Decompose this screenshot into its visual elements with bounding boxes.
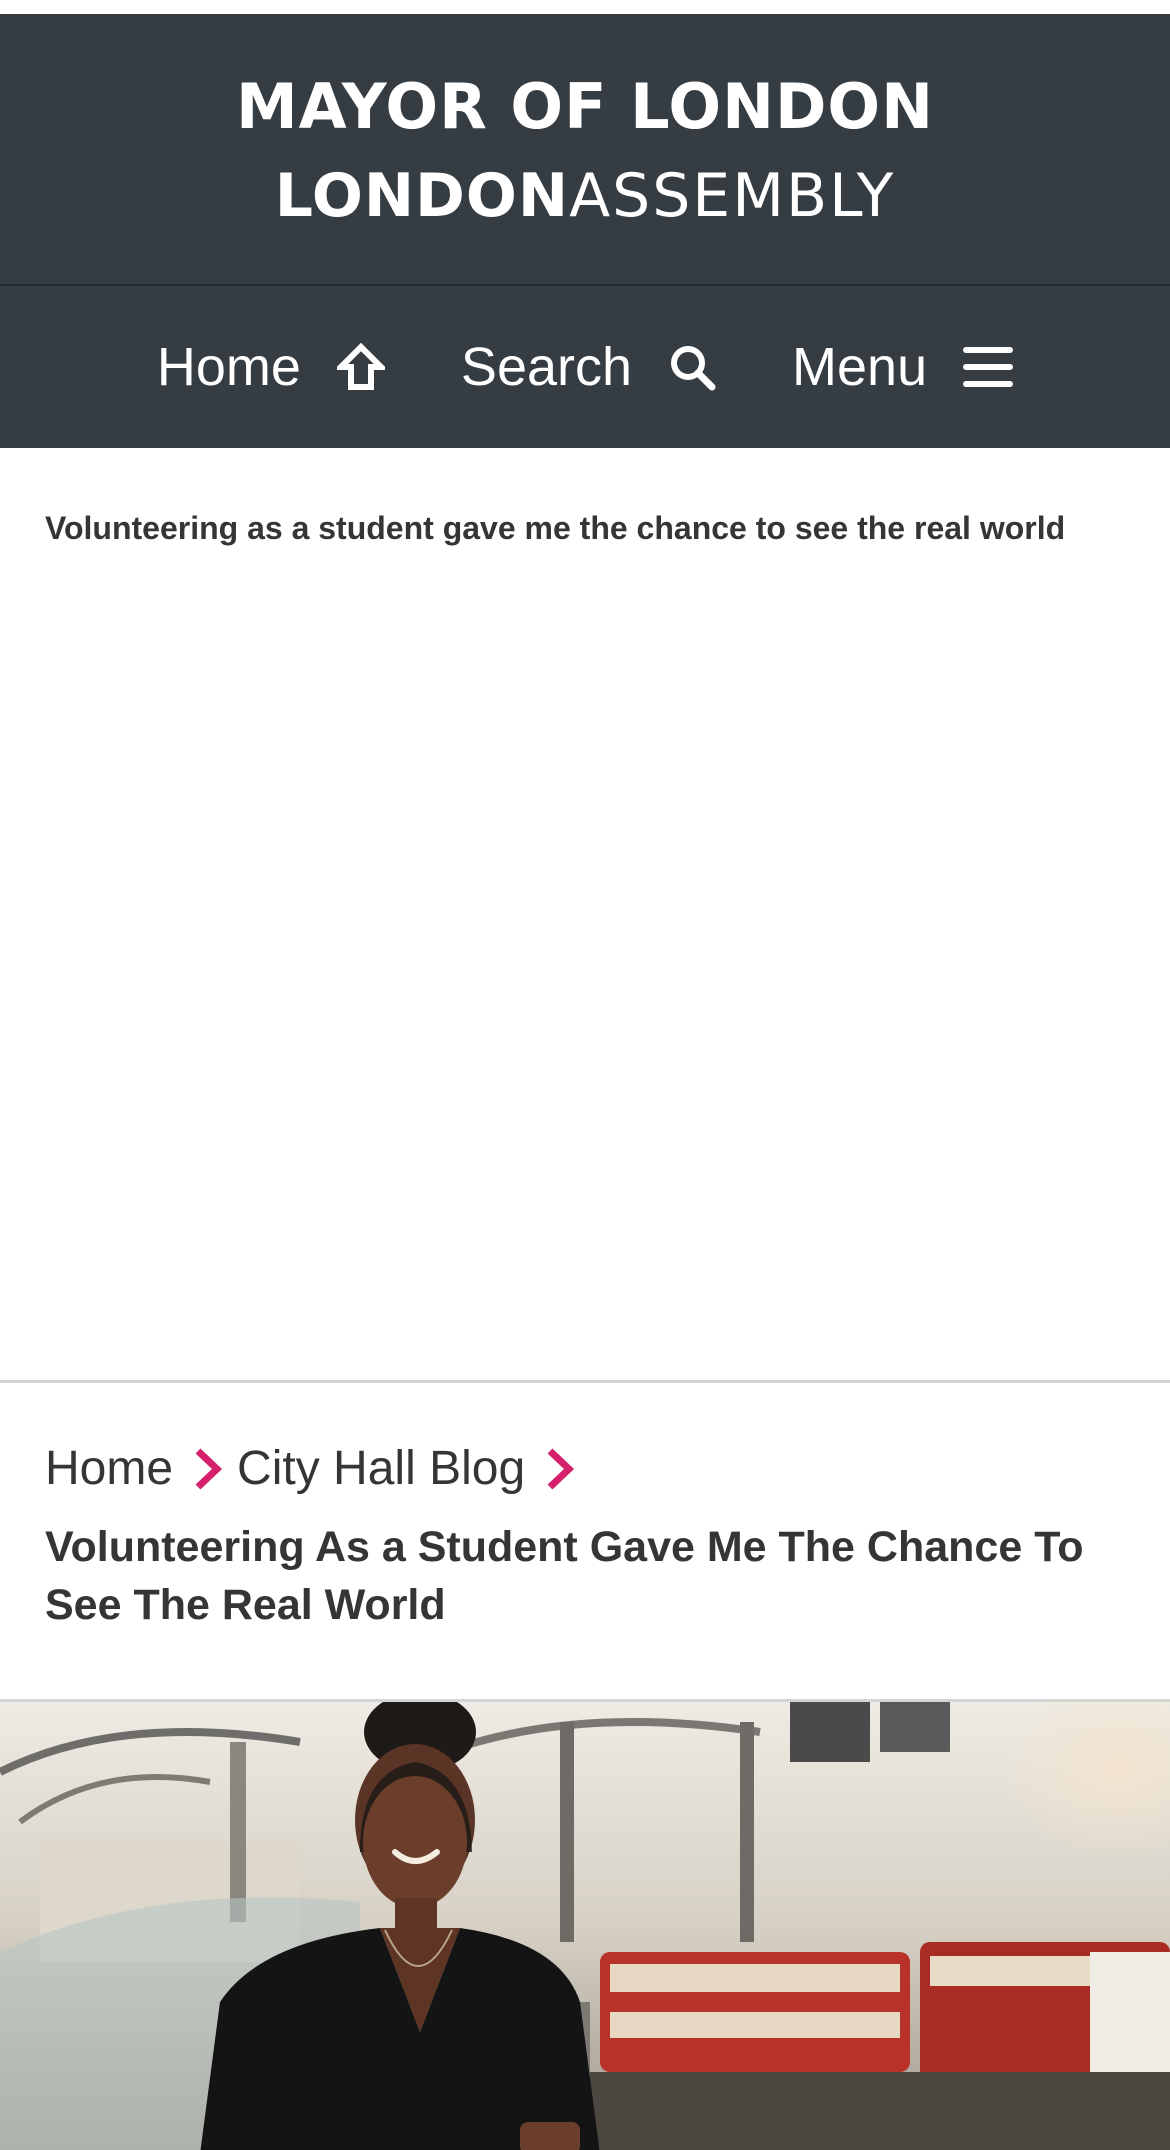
nav-search-label: Search <box>460 337 633 397</box>
nav-menu-button[interactable]: Menu <box>792 336 1014 398</box>
breadcrumb-home-link[interactable]: Home <box>45 1441 173 1496</box>
logo-assembly-text: ASSEMBLY <box>569 161 896 231</box>
breadcrumb-blog-link[interactable]: City Hall Blog <box>237 1441 525 1496</box>
search-icon <box>671 346 716 391</box>
nav-search-button[interactable]: Search <box>461 336 716 398</box>
nav-home-label: Home <box>156 337 301 397</box>
logo-london-text: LONDON <box>274 161 570 231</box>
nav-menu-label: Menu <box>792 337 928 397</box>
chevron-right-icon <box>195 1447 223 1490</box>
breadcrumb-current-page: Volunteering As a Student Gave Me The Ch… <box>45 1523 1084 1629</box>
page-title: Volunteering as a student gave me the ch… <box>45 510 1066 546</box>
mayor-of-london-logo[interactable]: MAYOR OF LONDON <box>236 76 934 138</box>
home-icon <box>336 343 385 390</box>
hero-image <box>0 1702 1170 2150</box>
hamburger-menu-icon <box>963 347 1014 387</box>
site-header: MAYOR OF LONDON LONDON ASSEMBLY <box>0 14 1170 286</box>
breadcrumb-links: Home City Hall Blog <box>45 1441 1125 1496</box>
main-nav: Home Search Menu <box>0 286 1170 448</box>
breadcrumb: Home City Hall Blog Volunteering As a St… <box>0 1383 1170 1699</box>
chevron-right-icon <box>547 1447 575 1490</box>
nav-home-button[interactable]: Home <box>157 336 385 398</box>
article-header: Volunteering as a student gave me the ch… <box>0 448 1170 1380</box>
top-strip <box>0 0 1170 14</box>
london-assembly-logo[interactable]: LONDON ASSEMBLY <box>275 166 896 226</box>
hero-photo <box>0 1702 1170 2150</box>
